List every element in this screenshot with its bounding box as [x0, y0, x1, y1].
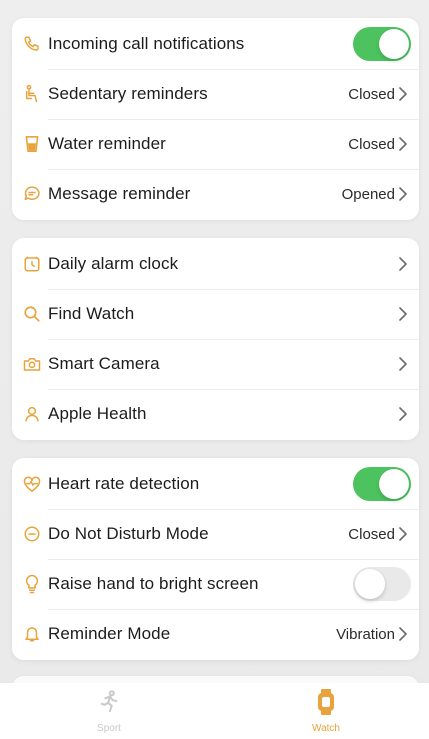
- settings-screen: Incoming call notifications Sedentary re…: [0, 0, 429, 739]
- chevron-right-icon: [396, 254, 410, 274]
- watch-icon: [313, 689, 339, 715]
- toggle-knob: [379, 29, 409, 59]
- row-divider: [48, 389, 419, 390]
- do-not-disturb-row[interactable]: Do Not Disturb Mode Closed: [12, 509, 419, 559]
- chevron-right-icon: [396, 354, 410, 374]
- features-card: Daily alarm clock Find Watch Smart Camer…: [12, 238, 419, 440]
- tab-sport-label: Sport: [97, 723, 121, 734]
- find-watch-label: Find Watch: [48, 304, 135, 323]
- toggle-knob: [355, 569, 385, 599]
- reminder-mode-label: Reminder Mode: [48, 624, 171, 643]
- do-not-disturb-value: Closed: [348, 525, 395, 543]
- row-divider: [48, 559, 419, 560]
- chevron-right-icon: [396, 134, 410, 154]
- row-divider: [48, 509, 419, 510]
- bell-icon: [22, 624, 42, 644]
- water-cup-icon: [22, 134, 42, 154]
- chevron-right-icon: [396, 304, 410, 324]
- lightbulb-icon: [22, 574, 42, 594]
- row-divider: [48, 609, 419, 610]
- incoming-call-notifications-toggle[interactable]: [353, 27, 411, 61]
- water-reminder-row[interactable]: Water reminder Closed: [12, 119, 419, 169]
- chevron-right-icon: [396, 84, 410, 104]
- tab-bar: Sport Watch: [0, 683, 429, 739]
- apple-health-label: Apple Health: [48, 404, 147, 423]
- row-divider: [48, 169, 419, 170]
- chevron-right-icon: [396, 524, 410, 544]
- running-icon: [96, 689, 122, 715]
- health-settings-card: Heart rate detection Do Not Disturb Mode…: [12, 458, 419, 660]
- smart-camera-row[interactable]: Smart Camera: [12, 339, 419, 389]
- raise-hand-bright-screen-toggle[interactable]: [353, 567, 411, 601]
- sedentary-reminders-row[interactable]: Sedentary reminders Closed: [12, 69, 419, 119]
- daily-alarm-clock-label: Daily alarm clock: [48, 254, 179, 273]
- row-divider: [48, 119, 419, 120]
- heart-rate-detection-row[interactable]: Heart rate detection: [12, 459, 419, 509]
- sedentary-icon: [22, 84, 42, 104]
- raise-hand-bright-screen-row[interactable]: Raise hand to bright screen: [12, 559, 419, 609]
- search-icon: [22, 304, 42, 324]
- phone-icon: [22, 34, 42, 54]
- incoming-call-notifications-label: Incoming call notifications: [48, 34, 245, 53]
- sedentary-reminders-value: Closed: [348, 85, 395, 103]
- heart-icon: [22, 474, 42, 494]
- chevron-right-icon: [396, 404, 410, 424]
- tab-watch-label: Watch: [312, 723, 340, 734]
- notifications-card: Incoming call notifications Sedentary re…: [12, 18, 419, 220]
- person-icon: [22, 404, 42, 424]
- reminder-mode-row[interactable]: Reminder Mode Vibration: [12, 609, 419, 659]
- chevron-right-icon: [396, 624, 410, 644]
- raise-hand-bright-screen-label: Raise hand to bright screen: [48, 574, 259, 593]
- row-divider: [48, 289, 419, 290]
- row-divider: [48, 69, 419, 70]
- toggle-knob: [379, 469, 409, 499]
- camera-icon: [22, 354, 42, 374]
- tab-sport[interactable]: Sport: [59, 683, 159, 739]
- message-reminder-value: Opened: [341, 185, 395, 203]
- do-not-disturb-icon: [22, 524, 42, 544]
- do-not-disturb-label: Do Not Disturb Mode: [48, 524, 209, 543]
- water-reminder-label: Water reminder: [48, 134, 166, 153]
- incoming-call-notifications-row[interactable]: Incoming call notifications: [12, 19, 419, 69]
- smart-camera-label: Smart Camera: [48, 354, 160, 373]
- sedentary-reminders-label: Sedentary reminders: [48, 84, 208, 103]
- chevron-right-icon: [396, 184, 410, 204]
- message-reminder-row[interactable]: Message reminder Opened: [12, 169, 419, 219]
- heart-rate-detection-label: Heart rate detection: [48, 474, 200, 493]
- alarm-clock-icon: [22, 254, 42, 274]
- daily-alarm-clock-row[interactable]: Daily alarm clock: [12, 239, 419, 289]
- row-divider: [48, 339, 419, 340]
- water-reminder-value: Closed: [348, 135, 395, 153]
- find-watch-row[interactable]: Find Watch: [12, 289, 419, 339]
- tab-watch[interactable]: Watch: [276, 683, 376, 739]
- heart-rate-detection-toggle[interactable]: [353, 467, 411, 501]
- reminder-mode-value: Vibration: [336, 625, 395, 643]
- message-icon: [22, 184, 42, 204]
- message-reminder-label: Message reminder: [48, 184, 191, 203]
- apple-health-row[interactable]: Apple Health: [12, 389, 419, 439]
